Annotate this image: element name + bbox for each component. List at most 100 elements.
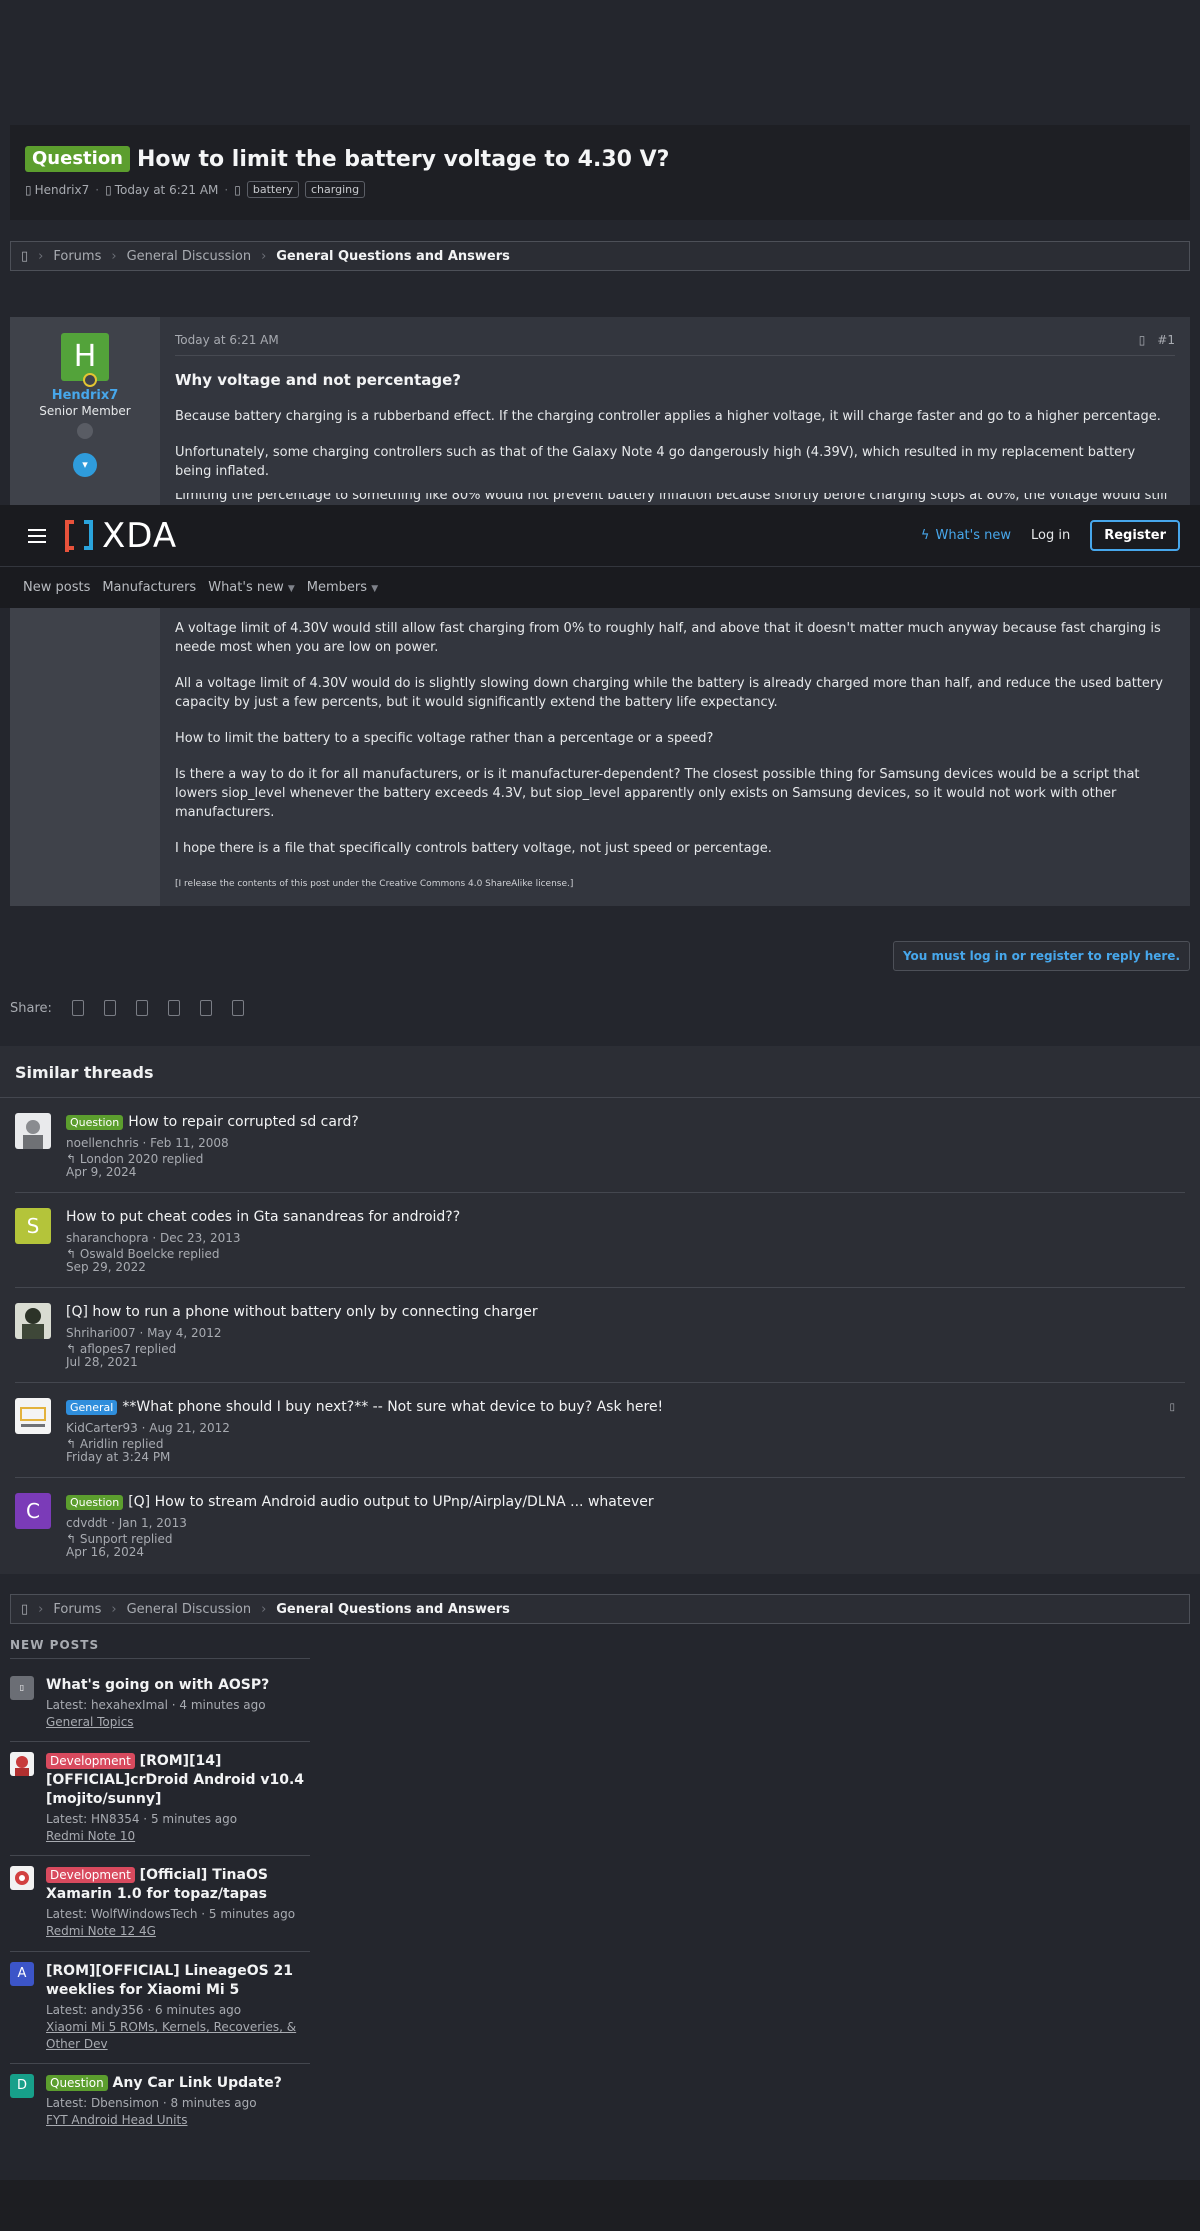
thread-meta: KidCarter93 · Aug 21, 2012: [66, 1421, 230, 1435]
post-paragraph: I hope there is a file that specifically…: [175, 841, 772, 856]
thread-link[interactable]: How to put cheat codes in Gta sanandreas…: [66, 1209, 460, 1225]
hamburger-menu-icon[interactable]: [28, 528, 46, 543]
user-photo-icon: [15, 1756, 29, 1776]
thread-meta: sharanchopra · Dec 23, 2013: [66, 1231, 241, 1245]
breadcrumb-forums[interactable]: Forums: [53, 249, 101, 264]
thread-date[interactable]: ▯ Today at 6:21 AM: [105, 183, 218, 197]
new-post-forum[interactable]: Redmi Note 12 4G: [46, 1923, 310, 1940]
thread-link[interactable]: **What phone should I buy next?** -- Not…: [122, 1399, 663, 1415]
thread-header: Question How to limit the battery voltag…: [10, 125, 1190, 220]
share-bar: Share:: [10, 1000, 244, 1016]
list-item[interactable]: Development [Official] TinaOS Xamarin 1.…: [10, 1866, 310, 1952]
nav-whats-new[interactable]: What's new ▼: [208, 580, 295, 595]
post-date[interactable]: Today at 6:21 AM: [175, 333, 279, 347]
link-icon[interactable]: [231, 1000, 244, 1016]
new-post-meta: Latest: HN8354 · 5 minutes ago: [46, 1812, 238, 1826]
nav-members[interactable]: Members ▼: [307, 580, 378, 595]
register-button[interactable]: Register: [1090, 520, 1180, 551]
prefix-label[interactable]: Development: [46, 1867, 135, 1883]
license-note: [I release the contents of this post und…: [175, 879, 574, 889]
avatar[interactable]: ▯: [10, 1676, 34, 1700]
prefix-label[interactable]: General: [66, 1399, 118, 1415]
user-icon: ▯: [25, 182, 32, 197]
reddit-icon[interactable]: [135, 1000, 148, 1016]
nav-new-posts[interactable]: New posts: [23, 580, 90, 595]
new-post-title[interactable]: Development [Official] TinaOS Xamarin 1.…: [46, 1866, 310, 1904]
share-post-icon[interactable]: ▯: [1139, 333, 1146, 347]
list-item[interactable]: S How to put cheat codes in Gta sanandre…: [15, 1193, 1185, 1288]
breadcrumb-general-discussion[interactable]: General Discussion: [127, 1602, 252, 1617]
prefix-label[interactable]: Question: [66, 1114, 124, 1130]
new-post-title[interactable]: Development [ROM][14][OFFICIAL]crDroid A…: [46, 1752, 310, 1809]
nav-manufacturers[interactable]: Manufacturers: [102, 580, 196, 595]
prefix-label[interactable]: Development: [46, 1753, 135, 1769]
xda-logo[interactable]: XDA: [64, 516, 177, 556]
reply-icon: ↰: [66, 1532, 77, 1546]
new-post-title[interactable]: [ROM][OFFICIAL] LineageOS 21 weeklies fo…: [46, 1962, 310, 2000]
new-post-forum[interactable]: Redmi Note 10: [46, 1828, 310, 1845]
reply-icon: ↰: [66, 1342, 77, 1356]
thread-link[interactable]: [Q] how to run a phone without battery o…: [66, 1304, 538, 1320]
main-nav: New posts Manufacturers What's new ▼ Mem…: [0, 567, 1200, 607]
new-post-title[interactable]: Question Any Car Link Update?: [46, 2074, 310, 2093]
tumblr-icon[interactable]: [199, 1000, 212, 1016]
reply-login-button[interactable]: You must log in or register to reply her…: [892, 941, 1190, 971]
avatar[interactable]: [10, 1866, 34, 1890]
avatar[interactable]: [15, 1303, 51, 1339]
list-item[interactable]: A [ROM][OFFICIAL] LineageOS 21 weeklies …: [10, 1962, 310, 2064]
post-paragraph: Is there a way to do it for all manufact…: [175, 767, 1140, 820]
pinterest-icon[interactable]: [167, 1000, 180, 1016]
post-paragraph-clipped: Limiting the percentage to something lik…: [175, 493, 1175, 505]
thread-author[interactable]: ▯ Hendrix7: [25, 183, 89, 197]
user-title: Senior Member: [39, 404, 131, 418]
user-badge-icon: [77, 423, 93, 439]
list-item[interactable]: ▯ What's going on with AOSP? Latest: hex…: [10, 1676, 310, 1742]
home-icon[interactable]: ▯: [21, 1602, 28, 1617]
thread-prefix-label[interactable]: Question: [25, 146, 130, 172]
login-link[interactable]: Log in: [1031, 528, 1070, 543]
avatar[interactable]: A: [10, 1962, 34, 1986]
breadcrumb-general-qa[interactable]: General Questions and Answers: [276, 249, 510, 264]
caret-down-icon: ▼: [287, 583, 295, 594]
avatar[interactable]: [15, 1113, 51, 1149]
list-item[interactable]: General **What phone should I buy next?**…: [15, 1383, 1185, 1478]
whats-new-link[interactable]: ϟ What's new: [921, 528, 1011, 543]
avatar[interactable]: H: [61, 333, 109, 387]
chevron-down-icon[interactable]: ▾: [73, 453, 97, 477]
prefix-label[interactable]: Question: [46, 2075, 108, 2091]
avatar[interactable]: D: [10, 2074, 34, 2098]
chevron-right-icon: ›: [111, 248, 117, 264]
facebook-icon[interactable]: [71, 1000, 84, 1016]
thread-link[interactable]: How to repair corrupted sd card?: [128, 1114, 359, 1130]
breadcrumb-general-qa[interactable]: General Questions and Answers: [276, 1602, 510, 1617]
new-post-forum[interactable]: Xiaomi Mi 5 ROMs, Kernels, Recoveries, &…: [46, 2019, 310, 2053]
list-item[interactable]: D Question Any Car Link Update? Latest: …: [10, 2074, 310, 2130]
reply-icon: ↰: [66, 1152, 77, 1166]
thread-reply: ↰ London 2020 replied: [66, 1152, 204, 1166]
new-post-forum[interactable]: FYT Android Head Units: [46, 2112, 310, 2129]
list-item[interactable]: Question How to repair corrupted sd card?…: [15, 1098, 1185, 1193]
home-icon[interactable]: ▯: [21, 249, 28, 264]
new-post-forum[interactable]: General Topics: [46, 1714, 310, 1731]
thread-link[interactable]: [Q] How to stream Android audio output t…: [128, 1494, 653, 1510]
prefix-label[interactable]: Question: [66, 1494, 124, 1510]
post-username[interactable]: Hendrix7: [10, 388, 160, 403]
breadcrumb-general-discussion[interactable]: General Discussion: [127, 249, 252, 264]
list-item[interactable]: Development [ROM][14][OFFICIAL]crDroid A…: [10, 1752, 310, 1856]
avatar[interactable]: [15, 1398, 51, 1434]
list-item[interactable]: C Question [Q] How to stream Android audi…: [15, 1478, 1185, 1573]
avatar[interactable]: C: [15, 1493, 51, 1529]
tag-charging[interactable]: charging: [305, 181, 366, 198]
tag-battery[interactable]: battery: [246, 181, 299, 198]
twitter-icon[interactable]: [103, 1000, 116, 1016]
avatar[interactable]: [10, 1752, 34, 1776]
new-post-title[interactable]: What's going on with AOSP?: [46, 1676, 310, 1695]
reply-icon: ↰: [66, 1247, 77, 1261]
post-number[interactable]: #1: [1157, 333, 1175, 347]
site-header: XDA ϟ What's new Log in Register New post…: [0, 505, 1200, 608]
breadcrumb-forums[interactable]: Forums: [53, 1602, 101, 1617]
similar-threads-heading: Similar threads: [0, 1046, 1200, 1098]
list-item[interactable]: [Q] how to run a phone without battery o…: [15, 1288, 1185, 1383]
avatar[interactable]: S: [15, 1208, 51, 1244]
user-photo-icon: [20, 1407, 46, 1427]
